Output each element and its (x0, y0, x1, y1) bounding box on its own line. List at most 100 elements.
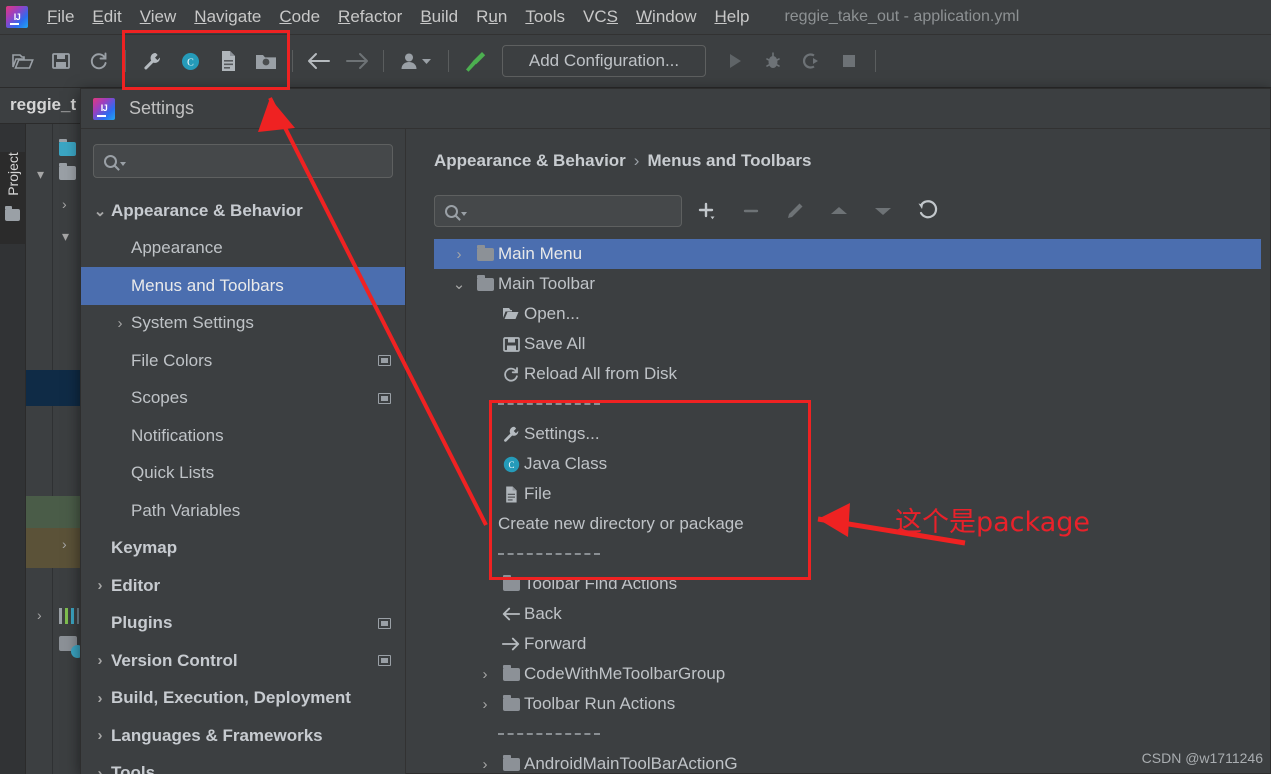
toolbar-tree-item[interactable]: Save All (434, 329, 1270, 359)
settings-search-input[interactable] (132, 152, 392, 170)
save-all-icon[interactable] (45, 45, 77, 77)
menu-help[interactable]: Help (705, 4, 758, 30)
toolbar-tree-item[interactable]: Forward (434, 629, 1270, 659)
menu-navigate[interactable]: Navigate (185, 4, 270, 30)
settings-tree-item[interactable]: Keymap (81, 530, 405, 568)
user-dropdown-icon[interactable] (394, 45, 438, 77)
reload-from-disk-icon[interactable] (83, 45, 115, 77)
settings-tree-item[interactable]: Menus and Toolbars (81, 267, 405, 305)
settings-tree-item[interactable]: › Languages & Frameworks (81, 717, 405, 755)
toolbar-tree-separator[interactable] (434, 719, 1270, 749)
settings-category-tree: ⌄ Appearance & Behavior Appearance Menus an… (81, 129, 406, 774)
settings-search-box[interactable] (93, 144, 393, 178)
toolbar-tree-item[interactable]: Create new directory or package (434, 509, 1270, 539)
forward-arrow-icon (501, 637, 520, 651)
toolbar-tree-item[interactable]: File (434, 479, 1270, 509)
menu-tools[interactable]: Tools (516, 4, 574, 30)
toolbar-tree-item[interactable]: Toolbar Find Actions (434, 569, 1270, 599)
chevron-down-icon-1[interactable]: ▾ (37, 167, 49, 181)
add-configuration-button[interactable]: Add Configuration... (502, 45, 706, 77)
settings-tree-item[interactable]: Quick Lists (81, 455, 405, 493)
java-class-icon[interactable]: C (174, 45, 206, 77)
settings-tree-item[interactable]: › Version Control (81, 642, 405, 680)
chevron-right-icon-1[interactable]: › (62, 197, 74, 211)
separator-line (498, 553, 600, 555)
tree-search-input[interactable] (473, 202, 681, 220)
breadcrumb-separator: › (633, 151, 640, 170)
settings-tree-item[interactable]: Appearance (81, 230, 405, 268)
menu-code[interactable]: Code (270, 4, 329, 30)
settings-tree-item[interactable]: Plugins (81, 605, 405, 643)
toolbar-tree-item[interactable]: C Java Class (434, 449, 1270, 479)
settings-wrench-icon[interactable] (136, 45, 168, 77)
settings-tree-item[interactable]: ⌄ Appearance & Behavior (81, 192, 405, 230)
debug-icon (757, 45, 789, 77)
restore-default-button[interactable] (908, 195, 946, 227)
settings-tree-item[interactable]: Path Variables (81, 492, 405, 530)
settings-wrench-icon (503, 426, 518, 442)
settings-tree-item-label: Keymap (111, 538, 178, 558)
toolbar-tree-separator[interactable] (434, 389, 1270, 419)
toolbar-tree-item[interactable]: Back (434, 599, 1270, 629)
chevron-right-icon[interactable]: › (89, 652, 111, 669)
chevron-right-icon[interactable]: › (472, 666, 498, 683)
chevron-right-icon[interactable]: › (472, 696, 498, 713)
settings-tree-item[interactable]: › System Settings (81, 305, 405, 343)
chevron-right-icon-3[interactable]: › (37, 608, 49, 622)
chevron-right-icon-2[interactable]: › (62, 537, 74, 551)
toolbar-tree-item[interactable]: Settings... (434, 419, 1270, 449)
settings-tree-item[interactable]: › Editor (81, 567, 405, 605)
open-folder-icon[interactable] (7, 45, 39, 77)
build-hammer-icon[interactable] (459, 45, 491, 77)
editor-tab-reggie[interactable]: reggie_t (10, 95, 76, 115)
chevron-down-icon[interactable]: ⌄ (89, 202, 111, 220)
new-package-icon[interactable] (250, 45, 282, 77)
separator-line (498, 733, 600, 735)
settings-dialog: IJ Settings ⌄ Appearance & Behavior Appear… (80, 88, 1271, 774)
menu-run[interactable]: Run (467, 4, 516, 30)
toolbar-tree-separator[interactable] (434, 539, 1270, 569)
add-button[interactable] (688, 195, 726, 227)
chevron-right-icon[interactable]: › (446, 246, 472, 263)
chevron-right-icon[interactable]: › (472, 756, 498, 773)
back-arrow-icon[interactable] (303, 45, 335, 77)
toolbar-tree-item-label: CodeWithMeToolbarGroup (524, 664, 726, 683)
settings-tree-item-label: System Settings (131, 313, 254, 333)
settings-tree-item[interactable]: Notifications (81, 417, 405, 455)
chevron-right-icon[interactable]: › (89, 765, 111, 774)
menu-file[interactable]: File (38, 4, 83, 30)
chevron-right-icon[interactable]: › (89, 727, 111, 744)
menu-window[interactable]: Window (627, 4, 705, 30)
breadcrumb-parent[interactable]: Appearance & Behavior (434, 151, 626, 170)
chevron-right-icon[interactable]: › (109, 315, 131, 332)
menu-vcs[interactable]: VCS (574, 4, 627, 30)
settings-tree-item-label: Appearance & Behavior (111, 200, 303, 220)
settings-tree-item-label: Scopes (131, 388, 188, 408)
menu-build[interactable]: Build (411, 4, 467, 30)
toolbar-tree-item[interactable]: ⌄ Main Toolbar (434, 269, 1270, 299)
menu-edit[interactable]: Edit (83, 4, 130, 30)
toolbar-tree-item[interactable]: › Main Menu (434, 239, 1261, 269)
settings-tree-item[interactable]: › Tools (81, 755, 405, 774)
toolbar-tree-item[interactable]: › Toolbar Run Actions (434, 689, 1270, 719)
folder (472, 244, 498, 261)
back-arrow-icon (502, 607, 521, 621)
new-file-icon[interactable] (212, 45, 244, 77)
chevron-down-icon[interactable]: ⌄ (446, 275, 472, 293)
sidebar-item-project[interactable]: Project (5, 139, 21, 209)
project-folder-node-icon (59, 163, 76, 180)
settings-tree-item-label: File Colors (131, 350, 213, 370)
toolbar-tree-item[interactable]: › CodeWithMeToolbarGroup (434, 659, 1270, 689)
toolbar-tree-item[interactable]: Open... (434, 299, 1270, 329)
chevron-down-icon-2[interactable]: ▾ (62, 229, 74, 243)
menu-view[interactable]: View (131, 4, 186, 30)
settings-tree-item[interactable]: File Colors (81, 342, 405, 380)
menu-refactor[interactable]: Refactor (329, 4, 411, 30)
reload-from-disk-icon (498, 366, 524, 383)
chevron-right-icon[interactable]: › (89, 577, 111, 594)
chevron-right-icon[interactable]: › (89, 690, 111, 707)
settings-tree-item[interactable]: › Build, Execution, Deployment (81, 680, 405, 718)
tree-search-box[interactable] (434, 195, 682, 227)
settings-tree-item[interactable]: Scopes (81, 380, 405, 418)
toolbar-tree-item[interactable]: Reload All from Disk (434, 359, 1270, 389)
